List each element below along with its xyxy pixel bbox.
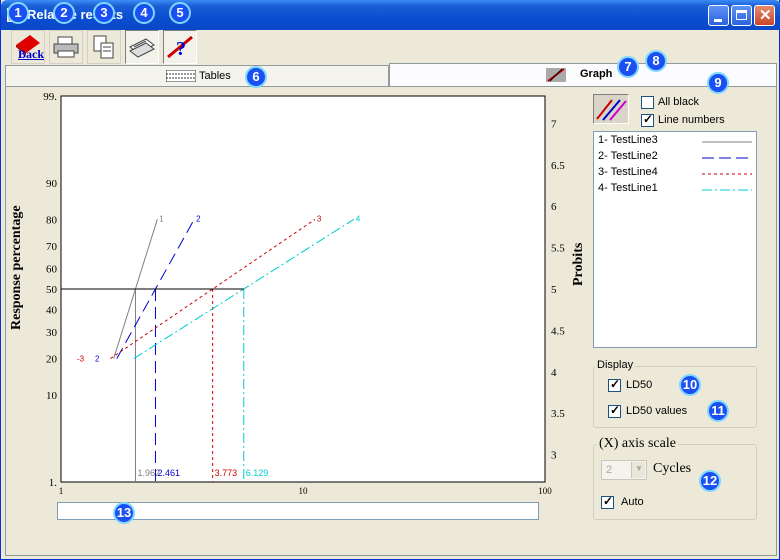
line-number-label: -3 [77,355,85,364]
cycles-value: 2 [606,464,613,476]
y-left-tick-label: 50 [46,284,58,296]
chevron-down-icon: ▼ [635,464,643,473]
callout-badge: 8 [645,50,667,72]
y-left-tick-label: 40 [46,305,58,317]
y-right-tick-label: 4.5 [551,325,565,337]
y-axis-left-title-wrap: Response percentage [9,205,29,330]
callout-badge: 3 [93,2,115,24]
legend-item[interactable]: 2- TestLine2 [598,150,658,162]
legend-swatch [702,157,752,159]
y-axis-right-title: Probits [571,242,586,286]
cycles-combobox[interactable]: 2 ▼ [601,460,647,480]
all-black-checkbox[interactable] [641,96,654,109]
y-right-tick-label: 5 [551,284,557,296]
y-right-tick-label: 7 [551,118,557,130]
callout-badge: 7 [617,56,639,78]
y-left-tick-label: 80 [46,214,58,226]
xscale-group-title: (X) axis scale [597,436,678,452]
legend-list[interactable]: 1- TestLine3 2- TestLine2 3- TestLine4 4- T… [593,131,757,348]
y-left-tick-label: 20 [46,354,58,366]
ld50-value-label: 3.773 [215,468,238,478]
y-left-tick-label: 10 [46,390,58,402]
legend-item-label: 2- TestLine2 [598,150,658,162]
line-number-label: 3 [317,214,322,223]
legend-swatch [702,189,752,191]
y-axis-left-title: Response percentage [9,205,24,330]
y-left-tick-label: 99. [43,91,57,103]
callout-badge: 13 [113,502,135,524]
xscale-group [593,444,757,520]
cycles-label: Cycles [653,461,692,476]
y-left-tick-label: 70 [46,241,58,253]
y-left-tick-label: 30 [46,327,58,339]
legend-item-label: 1- TestLine3 [598,134,658,146]
y-left-tick-label: 90 [46,178,58,190]
ld50-value-label: 6.129 [246,468,269,478]
all-black-label: All black [658,96,699,108]
legend-swatch [702,141,752,143]
y-right-tick-label: 6.5 [551,160,565,172]
line-number-label: 4 [356,214,361,223]
y-right-tick-label: 5.5 [551,243,565,255]
legend-item-label: 3- TestLine4 [598,166,658,178]
y-left-tick-label: 60 [46,263,58,275]
callout-badge: 4 [133,2,155,24]
ld50-label: LD50 [626,379,653,391]
line-numbers-label: Line numbers [658,114,725,126]
callout-badge: 2 [53,2,75,24]
callout-badge: 10 [679,374,701,396]
ld50-checkbox[interactable] [608,377,621,392]
line-numbers-checkbox[interactable] [641,112,654,127]
display-group [593,366,757,428]
line-number-label: 2 [196,214,201,223]
callout-badge: 1 [7,2,29,24]
y-right-tick-label: 3.5 [551,408,565,420]
auto-checkbox[interactable] [601,494,614,509]
x-tick-label: 1 [59,486,64,496]
x-tick-label: 10 [299,486,309,496]
ld50-values-checkbox[interactable] [608,403,621,418]
line-number-label: 1 [159,214,164,223]
y-left-tick-label: 1. [49,477,58,489]
callout-badge: 12 [699,470,721,492]
display-group-title: Display [595,359,636,371]
ld50-values-label: LD50 values [626,405,688,417]
callout-badge: 9 [707,72,729,94]
line-number-label: 2 [95,355,100,364]
y-right-tick-label: 4 [551,367,557,379]
relative-results-window: Relative results ✕ Back ? Tables Graph 9… [0,0,780,560]
callout-badge: 6 [245,66,267,88]
ld50-value-label: 2.461 [157,468,180,478]
legend-item[interactable]: 4- TestLine1 [598,182,658,194]
x-tick-label: 100 [538,486,552,496]
line-style-icon [596,99,627,121]
line-style-button[interactable] [593,94,629,124]
legend-item[interactable]: 1- TestLine3 [598,134,658,146]
legend-swatch [702,173,752,175]
callout-badge: 5 [169,2,191,24]
callout-badge: 11 [707,400,729,422]
legend-item[interactable]: 3- TestLine4 [598,166,658,178]
cycles-dropdown-button[interactable]: ▼ [631,462,645,478]
y-right-tick-label: 3 [551,450,557,462]
legend-item-label: 4- TestLine1 [598,182,658,194]
y-right-tick-label: 6 [551,201,557,213]
auto-label: Auto [621,496,644,508]
